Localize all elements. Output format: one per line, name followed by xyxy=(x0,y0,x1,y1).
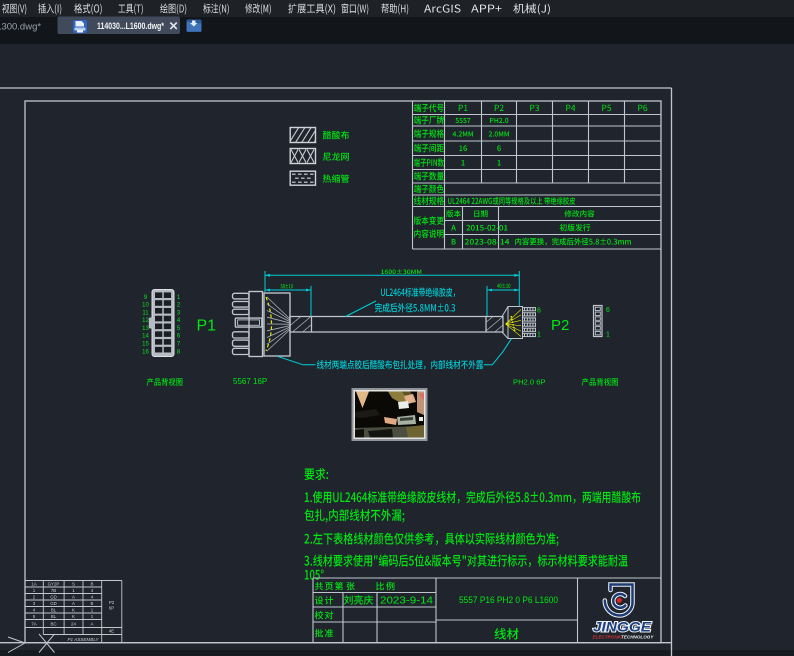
svg-text:P1 ASSEMBLY: P1 ASSEMBLY xyxy=(67,637,99,642)
svg-text:BL: BL xyxy=(51,614,57,619)
svg-text:A: A xyxy=(72,595,75,600)
svg-text:7A: 7A xyxy=(31,622,36,627)
svg-text:A: A xyxy=(91,622,94,627)
svg-text:5557 P16 PH2 0 P6 L1600: 5557 P16 PH2 0 P6 L1600 xyxy=(459,595,558,606)
svg-text:6P: 6P xyxy=(109,606,114,611)
svg-text:BC: BC xyxy=(50,622,56,627)
svg-text:PH2.0 6P: PH2.0 6P xyxy=(513,378,546,387)
svg-text:A: A xyxy=(72,601,75,606)
svg-text:P2: P2 xyxy=(109,600,115,605)
svg-text:P1: P1 xyxy=(197,318,217,335)
svg-text:16: 16 xyxy=(142,349,149,355)
svg-text:1: 1 xyxy=(537,332,541,339)
svg-text:JINGGE: JINGGE xyxy=(593,620,652,635)
svg-text:-L300.dwg*: -L300.dwg* xyxy=(0,22,41,33)
svg-text:6: 6 xyxy=(606,307,610,314)
svg-text:12: 12 xyxy=(142,318,149,324)
svg-text:S: S xyxy=(72,582,75,587)
svg-text:K: K xyxy=(72,614,75,619)
svg-text:14: 14 xyxy=(142,334,149,340)
svg-text:10: 10 xyxy=(142,303,149,309)
svg-text:1A: 1A xyxy=(31,582,36,587)
svg-text:BL: BL xyxy=(51,608,57,613)
svg-text:ELECTRONIC: ELECTRONIC xyxy=(593,635,624,640)
svg-text:TECHNOLOGY: TECHNOLOGY xyxy=(621,635,654,640)
svg-text:4E: 4E xyxy=(109,629,114,634)
svg-text:114030...L1600.dwg*: 114030...L1600.dwg* xyxy=(97,21,164,32)
svg-text:11: 11 xyxy=(142,310,149,316)
svg-text:24: 24 xyxy=(71,622,76,627)
svg-text:GY2P: GY2P xyxy=(48,582,60,587)
svg-text:13: 13 xyxy=(142,326,149,332)
svg-text:GD: GD xyxy=(50,595,57,600)
svg-text:15: 15 xyxy=(142,341,149,347)
svg-text:B: B xyxy=(91,582,94,587)
svg-text:6: 6 xyxy=(537,308,541,315)
svg-text:K: K xyxy=(72,608,75,613)
svg-text:2023-9-14: 2023-9-14 xyxy=(380,596,434,607)
svg-text:P2: P2 xyxy=(551,317,569,334)
svg-text:5567 16P: 5567 16P xyxy=(233,377,267,386)
svg-text:B: B xyxy=(91,601,94,606)
svg-text:1: 1 xyxy=(606,332,610,339)
svg-text:GD: GD xyxy=(50,601,57,606)
svg-text:7B: 7B xyxy=(51,588,56,593)
